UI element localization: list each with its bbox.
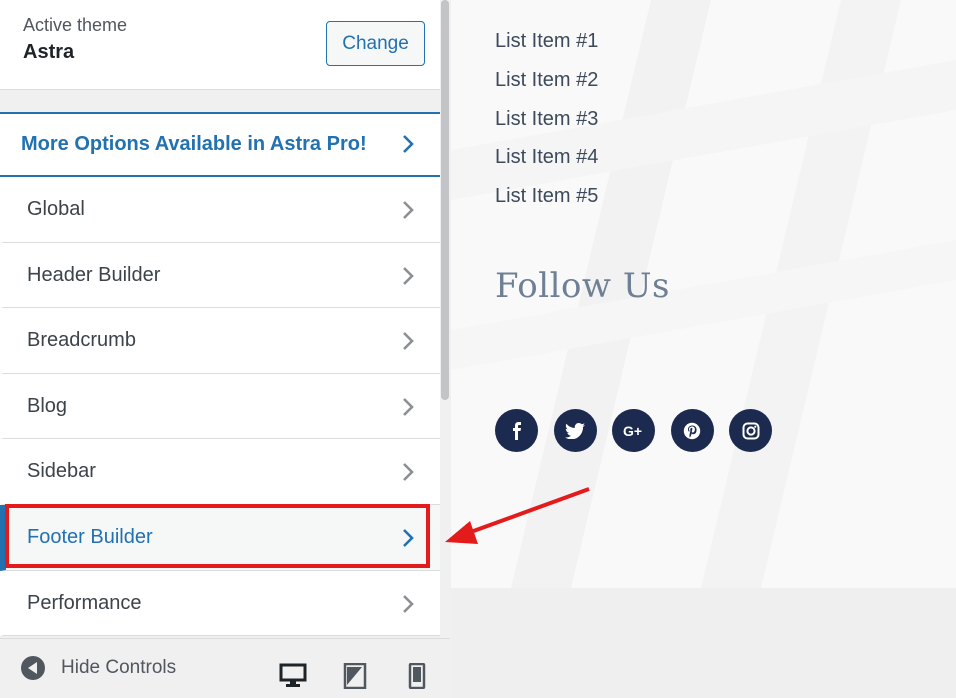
menu-item-header-builder[interactable]: Header Builder bbox=[0, 242, 440, 309]
list-item[interactable]: List Item #4 bbox=[495, 143, 598, 182]
chevron-right-icon bbox=[401, 265, 415, 287]
social-icons: G+ bbox=[495, 409, 788, 452]
list-item[interactable]: List Item #5 bbox=[495, 182, 598, 221]
list-item[interactable]: List Item #3 bbox=[495, 105, 598, 144]
customizer-sidebar: Active theme Astra Change More Options A… bbox=[0, 0, 450, 698]
instagram-icon[interactable] bbox=[729, 409, 772, 452]
preview-bottom-area bbox=[451, 588, 956, 698]
desktop-icon[interactable] bbox=[279, 663, 307, 689]
menu-item-label: Header Builder bbox=[27, 263, 161, 286]
chevron-right-icon bbox=[401, 396, 415, 418]
customizer-footer: Hide Controls bbox=[0, 638, 450, 698]
menu-item-label: Sidebar bbox=[27, 460, 96, 483]
astra-pro-label: More Options Available in Astra Pro! bbox=[21, 133, 367, 155]
menu-item-label: Global bbox=[27, 198, 85, 220]
menu-item-global[interactable]: Global bbox=[0, 177, 440, 243]
chevron-right-icon bbox=[401, 527, 415, 549]
astra-pro-item[interactable]: More Options Available in Astra Pro! bbox=[0, 112, 440, 177]
change-theme-button[interactable]: Change bbox=[326, 21, 425, 66]
menu-item-label: Breadcrumb bbox=[27, 329, 136, 352]
google-plus-icon[interactable]: G+ bbox=[612, 409, 655, 452]
list-item[interactable]: List Item #2 bbox=[495, 66, 598, 105]
menu-item-blog[interactable]: Blog bbox=[0, 373, 440, 440]
facebook-icon[interactable] bbox=[495, 409, 538, 452]
svg-text:G+: G+ bbox=[623, 424, 642, 438]
hide-controls-button[interactable]: Hide Controls bbox=[21, 653, 176, 683]
list-item[interactable]: List Item #1 bbox=[495, 27, 598, 66]
active-theme-name: Astra bbox=[23, 41, 75, 63]
chevron-right-icon bbox=[401, 133, 415, 155]
sidebar-scrollbar-thumb[interactable] bbox=[441, 0, 449, 400]
menu-item-label: Performance bbox=[27, 591, 142, 614]
footer-list: List Item #1 List Item #2 List Item #3 L… bbox=[495, 27, 598, 221]
customizer-menu: More Options Available in Astra Pro! Glo… bbox=[0, 112, 440, 637]
chevron-right-icon bbox=[401, 330, 415, 352]
site-preview: List Item #1 List Item #2 List Item #3 L… bbox=[451, 0, 956, 588]
chevron-right-icon bbox=[401, 199, 415, 221]
menu-item-performance[interactable]: Performance bbox=[0, 570, 440, 637]
twitter-icon[interactable] bbox=[553, 409, 597, 452]
tablet-icon[interactable] bbox=[343, 662, 371, 690]
menu-item-footer-builder[interactable]: Footer Builder bbox=[0, 504, 440, 571]
menu-item-label: Footer Builder bbox=[27, 525, 153, 548]
menu-item-breadcrumb[interactable]: Breadcrumb bbox=[0, 308, 440, 374]
chevron-right-icon bbox=[401, 461, 415, 483]
follow-us-heading: Follow Us bbox=[495, 266, 670, 306]
collapse-arrow-icon bbox=[21, 656, 45, 680]
pinterest-icon[interactable] bbox=[670, 409, 714, 452]
menu-item-label: Blog bbox=[27, 394, 68, 417]
active-theme-panel: Active theme Astra Change bbox=[0, 0, 440, 90]
chevron-right-icon bbox=[401, 593, 415, 615]
menu-item-sidebar[interactable]: Sidebar bbox=[0, 439, 440, 505]
hide-controls-label: Hide Controls bbox=[61, 657, 177, 678]
mobile-icon[interactable] bbox=[408, 662, 436, 690]
active-theme-label: Active theme bbox=[23, 15, 128, 35]
